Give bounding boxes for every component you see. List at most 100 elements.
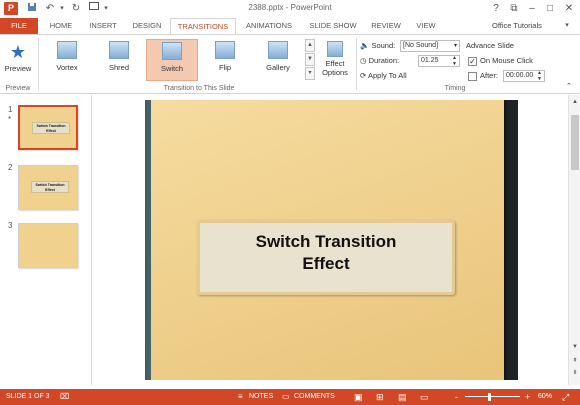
tab-transitions[interactable]: TRANSITIONS (170, 18, 236, 35)
zoom-in-button[interactable]: + (525, 389, 530, 405)
preview-label: Preview (4, 64, 32, 73)
transition-shred-button[interactable]: Shred (96, 39, 142, 81)
tab-review[interactable]: REVIEW (366, 18, 406, 34)
notes-button[interactable]: NOTES (249, 389, 273, 405)
close-icon[interactable]: ✕ (561, 2, 577, 15)
apply-to-all-icon: ⟳ (360, 71, 367, 80)
zoom-out-button[interactable]: - (455, 389, 458, 405)
ribbon-display-options-icon[interactable]: ⧉ (506, 2, 522, 15)
comments-button[interactable]: COMMENTS (294, 389, 335, 405)
scroll-down-icon[interactable]: ▼ (571, 343, 579, 351)
transition-group-label: Transition to This Slide (163, 85, 235, 92)
account-name[interactable]: Office Tutorials (492, 21, 542, 30)
preview-star-icon: ★ (9, 42, 27, 62)
normal-view-icon[interactable]: ▣ (354, 389, 363, 405)
gallery-icon (268, 41, 288, 59)
next-slide-icon[interactable]: ⇟ (571, 369, 579, 377)
gallery-scroll-down-icon[interactable]: ▼ (305, 53, 315, 66)
slide-title-textbox[interactable]: Switch Transition Effect (197, 220, 455, 295)
after-checkbox[interactable] (468, 72, 477, 81)
zoom-slider-handle[interactable] (488, 393, 491, 401)
shred-icon (109, 41, 129, 59)
zoom-slider[interactable] (465, 396, 520, 397)
previous-slide-icon[interactable]: ⇞ (571, 357, 579, 365)
switch-icon (162, 42, 182, 60)
transition-label: Flip (218, 63, 232, 72)
duration-label-row: ◷ Duration: (360, 55, 402, 67)
after-label: After: (480, 71, 498, 80)
slide-number: 1 (8, 105, 13, 114)
thumbnail-text: Switch Transition (36, 124, 66, 128)
slide-sorter-icon[interactable]: ⊞ (376, 389, 384, 405)
slide-title-line-1: Switch Transition (255, 232, 397, 251)
duration-stepper[interactable]: 01.25 ▲ ▼ (418, 55, 460, 67)
sound-select[interactable]: [No Sound] ▾ (400, 40, 460, 52)
fit-to-window-icon[interactable]: ⤢ (562, 389, 569, 405)
tab-slide-show[interactable]: SLIDE SHOW (304, 18, 362, 34)
sound-label-row: 🔈 Sound: (360, 40, 402, 52)
sound-icon: 🔈 (360, 41, 370, 50)
vortex-icon (57, 41, 77, 59)
chevron-down-icon: ▾ (453, 43, 457, 49)
preview-button[interactable]: ★ Preview (2, 39, 34, 81)
transition-label: Switch (160, 64, 184, 73)
tab-design[interactable]: DESIGN (128, 18, 166, 34)
on-mouse-click-checkbox[interactable]: ✓ (468, 57, 477, 66)
account-dropdown-icon[interactable]: ▾ (562, 18, 572, 34)
slide-thumbnail-2[interactable]: Switch Transition Effect (18, 165, 78, 210)
transition-label: Vortex (56, 63, 78, 72)
effect-options-button[interactable]: Effect Options (318, 39, 352, 81)
scroll-up-icon[interactable]: ▲ (571, 98, 579, 106)
group-separator (38, 38, 39, 90)
title-bar: P ↶ ▾ ↻ ▾ 2388.pptx - PowerPoint ? ⧉ – □… (0, 0, 580, 18)
sound-label: Sound: (371, 41, 396, 50)
tab-animations[interactable]: ANIMATIONS (240, 18, 298, 34)
slide-thumbnail-1[interactable]: Switch Transition Effect (18, 105, 78, 150)
on-mouse-click-label: On Mouse Click (480, 56, 533, 65)
thumbnail-text: Effect (46, 128, 56, 133)
transition-label: Shred (108, 63, 129, 72)
current-slide[interactable]: Switch Transition Effect (145, 100, 518, 380)
maximize-icon[interactable]: □ (542, 2, 558, 15)
slide-thumbnails-pane: 1 * Switch Transition Effect 2 Switch Tr… (0, 95, 92, 385)
slide-editing-area: Switch Transition Effect (93, 95, 568, 385)
scrollbar-thumb[interactable] (571, 115, 579, 170)
tab-insert[interactable]: INSERT (84, 18, 122, 34)
gallery-scroll-up-icon[interactable]: ▲ (305, 39, 315, 52)
thumbnail-text: Switch Transition (35, 183, 65, 187)
slide-count: SLIDE 1 OF 3 (6, 393, 50, 400)
sound-value: [No Sound] (403, 42, 439, 49)
comments-icon: ▭ (282, 392, 290, 401)
notes-icon: ≡ (238, 392, 243, 401)
tab-home[interactable]: HOME (44, 18, 78, 34)
thumbnail-textbox: Switch Transition Effect (32, 122, 70, 134)
transition-vortex-button[interactable]: Vortex (44, 39, 90, 81)
effect-options-label-2: Options (322, 68, 348, 77)
transition-flip-button[interactable]: Flip (202, 39, 248, 81)
gallery-more-icon[interactable]: ▾ (305, 67, 315, 80)
reading-view-icon[interactable]: ▤ (398, 389, 407, 405)
transition-switch-button[interactable]: Switch (146, 39, 198, 81)
minimize-icon[interactable]: – (524, 2, 540, 15)
zoom-level[interactable]: 60% (538, 389, 552, 405)
vertical-scrollbar[interactable]: ▲ ▼ ⇞ ⇟ (568, 95, 580, 385)
tab-file[interactable]: FILE (0, 18, 38, 34)
thumbnail-textbox: Switch Transition Effect (31, 181, 69, 193)
slide-thumbnail-3[interactable] (18, 223, 78, 268)
apply-to-all-button[interactable]: ⟳ Apply To All (360, 70, 430, 82)
transition-gallery-button[interactable]: Gallery (254, 39, 302, 81)
after-time-stepper[interactable]: 00:00.00 ▲ ▼ (503, 70, 545, 82)
help-icon[interactable]: ? (488, 2, 504, 15)
transition-label: Gallery (266, 63, 290, 72)
apply-to-all-label: Apply To All (367, 71, 407, 80)
after-value: 00:00.00 (506, 72, 534, 79)
stepper-arrows-icon[interactable]: ▲ ▼ (537, 70, 542, 82)
tab-view[interactable]: VIEW (410, 18, 442, 34)
spell-check-icon[interactable]: ⌧ (60, 389, 69, 405)
slide-show-icon[interactable]: ▭ (420, 389, 429, 405)
stepper-arrows-icon[interactable]: ▲ ▼ (452, 55, 457, 67)
slide-number: 2 (8, 163, 13, 172)
flip-icon (215, 41, 235, 59)
collapse-ribbon-icon[interactable]: ⌃ (566, 81, 576, 93)
ribbon-tabs: FILE HOME INSERT DESIGN TRANSITIONS ANIM… (0, 18, 580, 35)
